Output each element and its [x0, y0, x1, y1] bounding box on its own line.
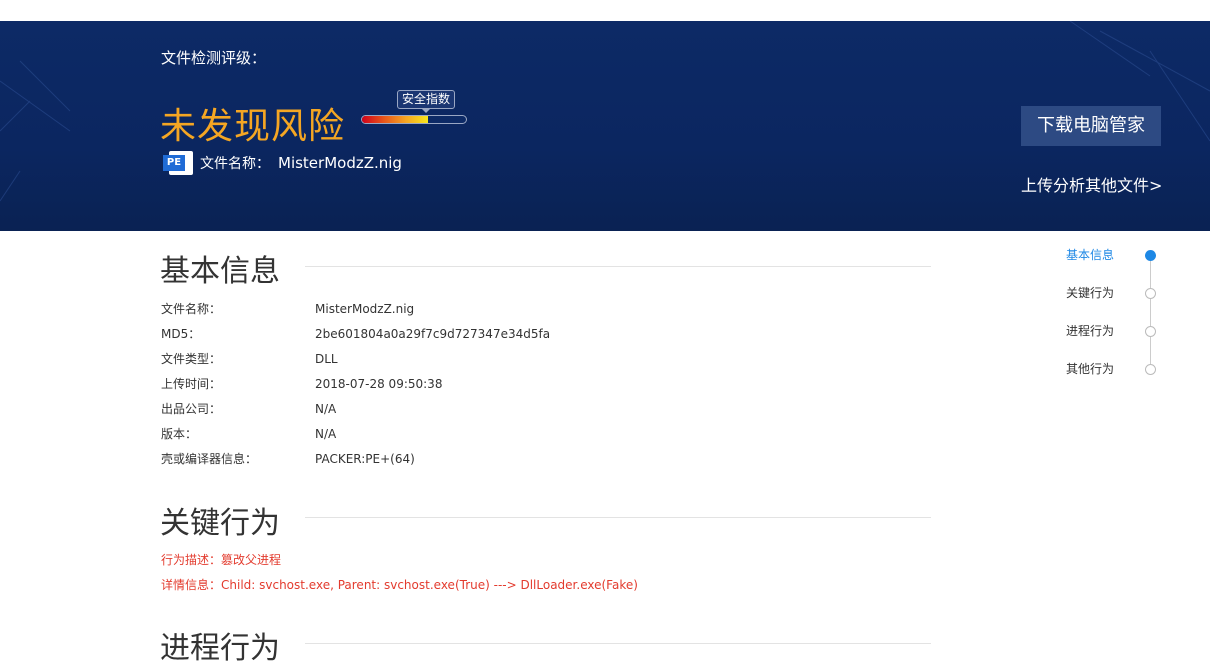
rating-label: 文件检测评级：: [161, 49, 267, 67]
file-name-value: MisterModzZ.nig: [278, 154, 402, 172]
upload-other-file-link[interactable]: 上传分析其他文件>: [1021, 172, 1162, 196]
pe-file-icon-label: PE: [163, 155, 185, 171]
info-key: 版本：: [161, 427, 198, 441]
divider: [305, 643, 931, 644]
info-row: 壳或编译器信息： PACKER:PE+(64): [161, 451, 415, 467]
nav-dot[interactable]: [1145, 288, 1156, 299]
verdict-text: 未发现风险: [160, 106, 346, 147]
key-behavior-title: 关键行为: [160, 506, 280, 541]
safety-index-bar: [361, 115, 467, 124]
info-value: PACKER:PE+(64): [315, 452, 415, 466]
result-banner: 文件检测评级： 未发现风险 安全指数 PE 文件名称： MisterModzZ.…: [0, 21, 1210, 231]
info-value: N/A: [315, 427, 337, 441]
info-row: 版本： N/A: [161, 426, 336, 442]
info-value: 2018-07-28 09:50:38: [315, 377, 443, 391]
info-key: 出品公司：: [161, 402, 222, 416]
basic-info-title: 基本信息: [160, 254, 280, 289]
safety-index: 安全指数: [361, 90, 469, 126]
divider: [305, 517, 931, 518]
info-row: 文件名称： MisterModzZ.nig: [161, 301, 414, 317]
safety-index-label: 安全指数: [397, 90, 456, 113]
nav-dot[interactable]: [1145, 326, 1156, 337]
top-bar: [0, 0, 1210, 21]
pe-file-icon: PE: [163, 151, 194, 175]
info-key: 上传时间：: [161, 377, 222, 391]
nav-item-3[interactable]: 其他行为: [1066, 360, 1114, 377]
info-key: 壳或编译器信息：: [161, 452, 258, 466]
info-key: MD5：: [161, 327, 201, 341]
nav-item-1[interactable]: 关键行为: [1066, 284, 1114, 301]
info-key: 文件名称：: [161, 302, 222, 316]
info-row: 上传时间： 2018-07-28 09:50:38: [161, 376, 442, 392]
nav-item-2[interactable]: 进程行为: [1066, 322, 1114, 339]
info-value: N/A: [315, 402, 337, 416]
info-value: MisterModzZ.nig: [315, 302, 415, 316]
info-row: 文件类型： DLL: [161, 351, 338, 367]
info-key: 文件类型：: [161, 352, 222, 366]
info-value: 2be601804a0a29f7c9d727347e34d5fa: [315, 327, 551, 341]
info-row: MD5： 2be601804a0a29f7c9d727347e34d5fa: [161, 326, 550, 342]
behavior-details: 详情信息：Child: svchost.exe, Parent: svchost…: [161, 578, 638, 592]
process-behavior-title: 进程行为: [160, 631, 280, 666]
file-name-label: 文件名称：: [200, 156, 270, 172]
section-nav: 基本信息关键行为进程行为其他行为: [1060, 246, 1170, 386]
nav-line: [1150, 256, 1151, 370]
download-button[interactable]: 下载电脑管家: [1021, 106, 1161, 146]
divider: [305, 266, 931, 267]
nav-dot[interactable]: [1145, 250, 1156, 261]
behavior-description: 行为描述：篡改父进程: [161, 553, 282, 567]
nav-dot[interactable]: [1145, 364, 1156, 375]
safety-index-fill: [362, 116, 428, 123]
nav-item-0[interactable]: 基本信息: [1066, 246, 1114, 263]
file-name-row: PE 文件名称： MisterModzZ.nig: [163, 151, 402, 175]
info-row: 出品公司： N/A: [161, 401, 336, 417]
info-value: DLL: [315, 352, 338, 366]
